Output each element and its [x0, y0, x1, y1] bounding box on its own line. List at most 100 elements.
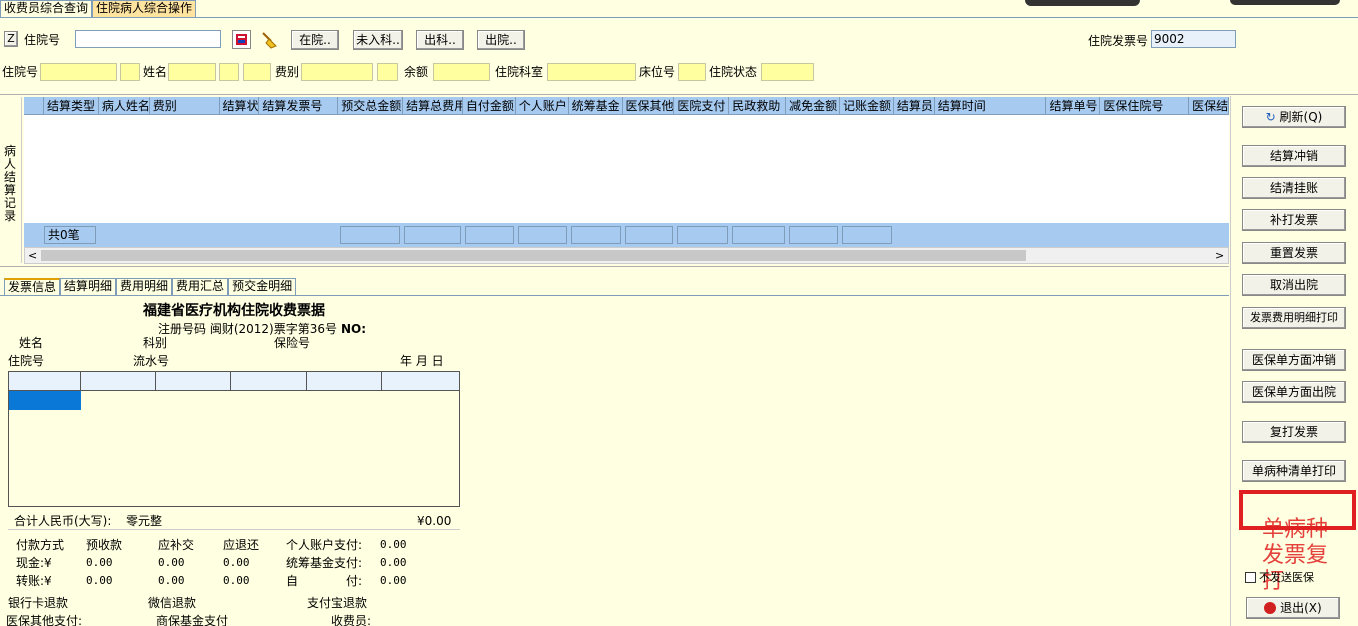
- column-header[interactable]: 结算总费用: [403, 97, 463, 114]
- column-header[interactable]: 结算状: [220, 97, 260, 114]
- supplement-label: 应补交: [158, 538, 195, 552]
- footer-sum-cell: [789, 226, 838, 244]
- settlement-records-label-box: 病人结算记录: [0, 97, 22, 263]
- tab-fee-summary[interactable]: 费用汇总: [172, 278, 229, 295]
- zyh-label: 住院号: [24, 33, 61, 47]
- horizontal-scrollbar[interactable]: < >: [24, 247, 1229, 264]
- reprint-button[interactable]: 复打发票: [1242, 421, 1346, 443]
- column-header[interactable]: 费别: [150, 97, 220, 114]
- zyh-input[interactable]: [75, 30, 221, 48]
- top-decoration: [1025, 0, 1140, 6]
- in-hospital-button[interactable]: 在院..: [291, 30, 339, 50]
- ins-reverse-button[interactable]: 医保单方面冲销: [1242, 349, 1346, 371]
- column-header[interactable]: 个人账户: [516, 97, 569, 114]
- top-decoration-right: [1230, 0, 1340, 5]
- transfer-prepaid-value: 0.00: [86, 574, 113, 587]
- settlement-grid-body[interactable]: [24, 115, 1229, 223]
- receipt-title: 福建省医疗机构住院收费票据: [143, 303, 325, 319]
- med-other-label: 医保其他支付:: [6, 614, 83, 626]
- info-status-label: 住院状态: [709, 65, 758, 79]
- bank-refund-label: 银行卡退款: [8, 596, 69, 610]
- personal-account-value: 0.00: [380, 538, 407, 551]
- exit-icon: [1264, 602, 1277, 614]
- tab-inpatient-ops[interactable]: 住院病人综合操作: [92, 0, 197, 17]
- column-header[interactable]: 结算类型: [44, 97, 99, 114]
- receipt-grid-header-cell: [382, 372, 459, 391]
- info-zyh-label: 住院号: [2, 65, 39, 79]
- column-header: [24, 97, 44, 114]
- top-tabs: 收费员综合查询 住院病人综合操作: [0, 0, 197, 17]
- refresh-button[interactable]: ↻ 刷新(Q): [1242, 106, 1346, 128]
- scrollbar-thumb[interactable]: [41, 250, 1026, 261]
- not-admitted-button[interactable]: 未入科..: [353, 30, 403, 50]
- tab-invoice-info[interactable]: 发票信息: [4, 278, 61, 295]
- column-header[interactable]: 统筹基金: [569, 97, 623, 114]
- info-box: [377, 63, 398, 81]
- tab-fee-detail[interactable]: 费用明细: [116, 278, 173, 295]
- receipt-grid-header-cell: [156, 372, 231, 391]
- tab-fee-query[interactable]: 收费员综合查询: [0, 0, 93, 17]
- receipt-grid-header-cell: [307, 372, 382, 391]
- broom-icon[interactable]: [259, 30, 279, 49]
- column-header[interactable]: 医保其他: [623, 97, 675, 114]
- footer-sum-cell: [340, 226, 400, 244]
- info-box: [243, 63, 271, 81]
- card-reader-icon[interactable]: [232, 30, 251, 49]
- transfer-label: 转账:¥: [16, 574, 52, 588]
- exit-button[interactable]: 退出(X): [1246, 597, 1340, 619]
- tab-settlement-detail[interactable]: 结算明细: [60, 278, 117, 295]
- receipt-serial-label: 流水号: [133, 354, 170, 368]
- pool-fund-value: 0.00: [380, 556, 407, 569]
- wechat-refund-label: 微信退款: [148, 596, 197, 610]
- invoice-input[interactable]: 9002: [1151, 30, 1236, 48]
- info-name-label: 姓名: [143, 65, 168, 79]
- column-header[interactable]: 记账金额: [840, 97, 894, 114]
- scroll-right-icon[interactable]: >: [1215, 249, 1224, 262]
- receipt-grid-selected-cell[interactable]: [9, 391, 81, 410]
- cancel-discharge-button[interactable]: 取消出院: [1242, 274, 1346, 296]
- cashier-label: 收费员:: [331, 614, 372, 626]
- ins-discharge-button[interactable]: 医保单方面出院: [1242, 381, 1346, 403]
- self-pay-value: 0.00: [380, 574, 407, 587]
- column-header[interactable]: 自付金额: [463, 97, 516, 114]
- record-count: 共0笔: [44, 226, 96, 244]
- total-row: 合计人民币(大写): 零元整 ¥0.00: [8, 510, 460, 530]
- alipay-refund-label: 支付宝退款: [307, 596, 368, 610]
- column-header[interactable]: 预交总金额: [338, 97, 404, 114]
- reset-invoice-button[interactable]: 重置发票: [1242, 242, 1346, 264]
- receipt-items-grid[interactable]: [8, 371, 460, 507]
- out-dept-button[interactable]: 出科..: [416, 30, 464, 50]
- scroll-left-icon[interactable]: <: [28, 249, 37, 262]
- no-send-checkbox[interactable]: [1245, 572, 1256, 583]
- column-header[interactable]: 结算单号: [1046, 97, 1101, 114]
- column-header[interactable]: 医院支付: [674, 97, 730, 114]
- footer-sum-cell: [571, 226, 621, 244]
- receipt-dept-label: 科别: [143, 336, 168, 350]
- settle-reverse-button[interactable]: 结算冲销: [1242, 145, 1346, 167]
- receipt-grid-header-cell: [81, 372, 156, 391]
- settle-clear-button[interactable]: 结清挂账: [1242, 177, 1346, 199]
- receipt-name-label: 姓名: [19, 336, 44, 350]
- column-header[interactable]: 医保结: [1189, 97, 1229, 114]
- pay-method-label: 付款方式: [16, 538, 65, 552]
- z-button[interactable]: Z: [4, 31, 18, 47]
- tab-prepay-detail[interactable]: 预交金明细: [228, 278, 297, 295]
- column-header[interactable]: 减免金额: [786, 97, 840, 114]
- info-status-value: [761, 63, 814, 81]
- column-header[interactable]: 结算发票号: [259, 97, 339, 114]
- info-balance-value: [433, 63, 490, 81]
- column-header[interactable]: 结算时间: [935, 97, 1047, 114]
- info-fee-label: 费别: [275, 65, 300, 79]
- discharge-button[interactable]: 出院..: [477, 30, 525, 50]
- self-pay-label-a: 自: [286, 574, 299, 588]
- column-header[interactable]: 医保住院号: [1100, 97, 1190, 114]
- column-header[interactable]: 结算员: [894, 97, 935, 114]
- column-header[interactable]: 民政救助: [729, 97, 787, 114]
- info-zyh-value: [40, 63, 117, 81]
- detail-print-button[interactable]: 发票费用明细打印: [1242, 307, 1346, 329]
- refund-label: 应退还: [223, 538, 260, 552]
- single-disease-print-button[interactable]: 单病种清单打印: [1242, 460, 1346, 482]
- reprint-invoice-button[interactable]: 补打发票: [1242, 209, 1346, 231]
- info-name-value: [168, 63, 216, 81]
- column-header[interactable]: 病人姓名: [99, 97, 150, 114]
